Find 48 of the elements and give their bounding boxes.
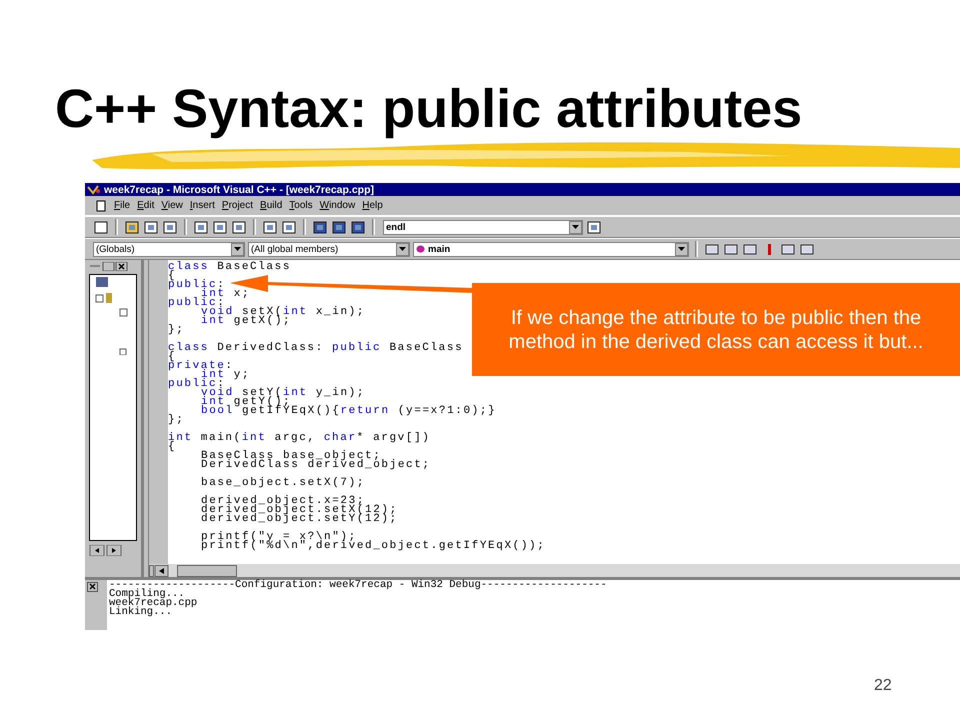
code-line: int y; bbox=[201, 371, 250, 380]
output-line: --------------------Configuration: week7recap - Win32 Debug-------------------- bbox=[109, 581, 608, 590]
code-line: { bbox=[168, 443, 176, 452]
slide-title: C++ Syntax: public attributes bbox=[55, 78, 802, 140]
code-line: public: bbox=[168, 380, 226, 389]
code-line: }; bbox=[168, 416, 184, 425]
window-title: week7recap - Microsoft Visual C++ - [week7recap.cpp] bbox=[104, 184, 374, 196]
code-line: derived_object.setY(12); bbox=[201, 515, 398, 524]
code-line: int getX(); bbox=[201, 317, 292, 326]
code-line: public: bbox=[168, 299, 226, 308]
window-controls-icon[interactable] bbox=[89, 262, 129, 271]
code-line: private: bbox=[168, 362, 234, 371]
menu-item[interactable]: Build bbox=[260, 200, 282, 211]
code-line: public: bbox=[168, 281, 226, 290]
menu-item[interactable]: View bbox=[161, 200, 183, 211]
menu-item[interactable]: File bbox=[114, 200, 130, 211]
code-line: int x; bbox=[201, 290, 250, 299]
members-combo[interactable]: (All global members) bbox=[248, 242, 410, 256]
code-line: DerivedClass derived_object; bbox=[201, 461, 431, 470]
menu-item[interactable]: Tools bbox=[289, 200, 313, 211]
code-line: }; bbox=[168, 326, 184, 335]
menu-item[interactable]: Help bbox=[362, 200, 383, 211]
output-line: Linking... bbox=[109, 608, 172, 617]
scroll-thumb[interactable] bbox=[177, 564, 237, 576]
code-line: { bbox=[168, 272, 176, 281]
code-line: printf("%d\n",derived_object.getIfYEqX()); bbox=[201, 542, 546, 551]
class-combo[interactable]: (Globals) bbox=[93, 242, 245, 256]
code-line: base_object.setX(7); bbox=[201, 476, 366, 488]
code-line: { bbox=[168, 353, 176, 362]
code-line: bool getIfYEqX(){return (y==x?1:0);} bbox=[201, 407, 496, 416]
close-icon[interactable] bbox=[87, 582, 98, 592]
menu-item[interactable]: Window bbox=[320, 200, 356, 211]
output-line: week7recap.cpp bbox=[109, 599, 198, 608]
menu-item[interactable]: Insert bbox=[190, 200, 215, 211]
menu-item[interactable]: Project bbox=[222, 200, 254, 211]
scroll-arrows-icon[interactable] bbox=[89, 545, 123, 556]
callout-box: If we change the attribute to be public then the method in the derived class can access it but... bbox=[472, 283, 960, 376]
dropdown-arrow-icon bbox=[678, 247, 685, 251]
dropdown-arrow-icon bbox=[572, 225, 579, 229]
app-icon bbox=[87, 184, 101, 194]
dropdown-arrow-icon bbox=[234, 247, 241, 251]
code-line: derived_object.setX(12); bbox=[201, 506, 398, 515]
dropdown-arrow-icon bbox=[399, 247, 406, 251]
function-combo[interactable]: main bbox=[413, 242, 689, 256]
output-line: Compiling... bbox=[109, 590, 185, 599]
menu-item[interactable]: Edit bbox=[137, 200, 154, 211]
find-combo[interactable]: endl bbox=[383, 220, 583, 234]
page-number: 22 bbox=[874, 677, 892, 695]
